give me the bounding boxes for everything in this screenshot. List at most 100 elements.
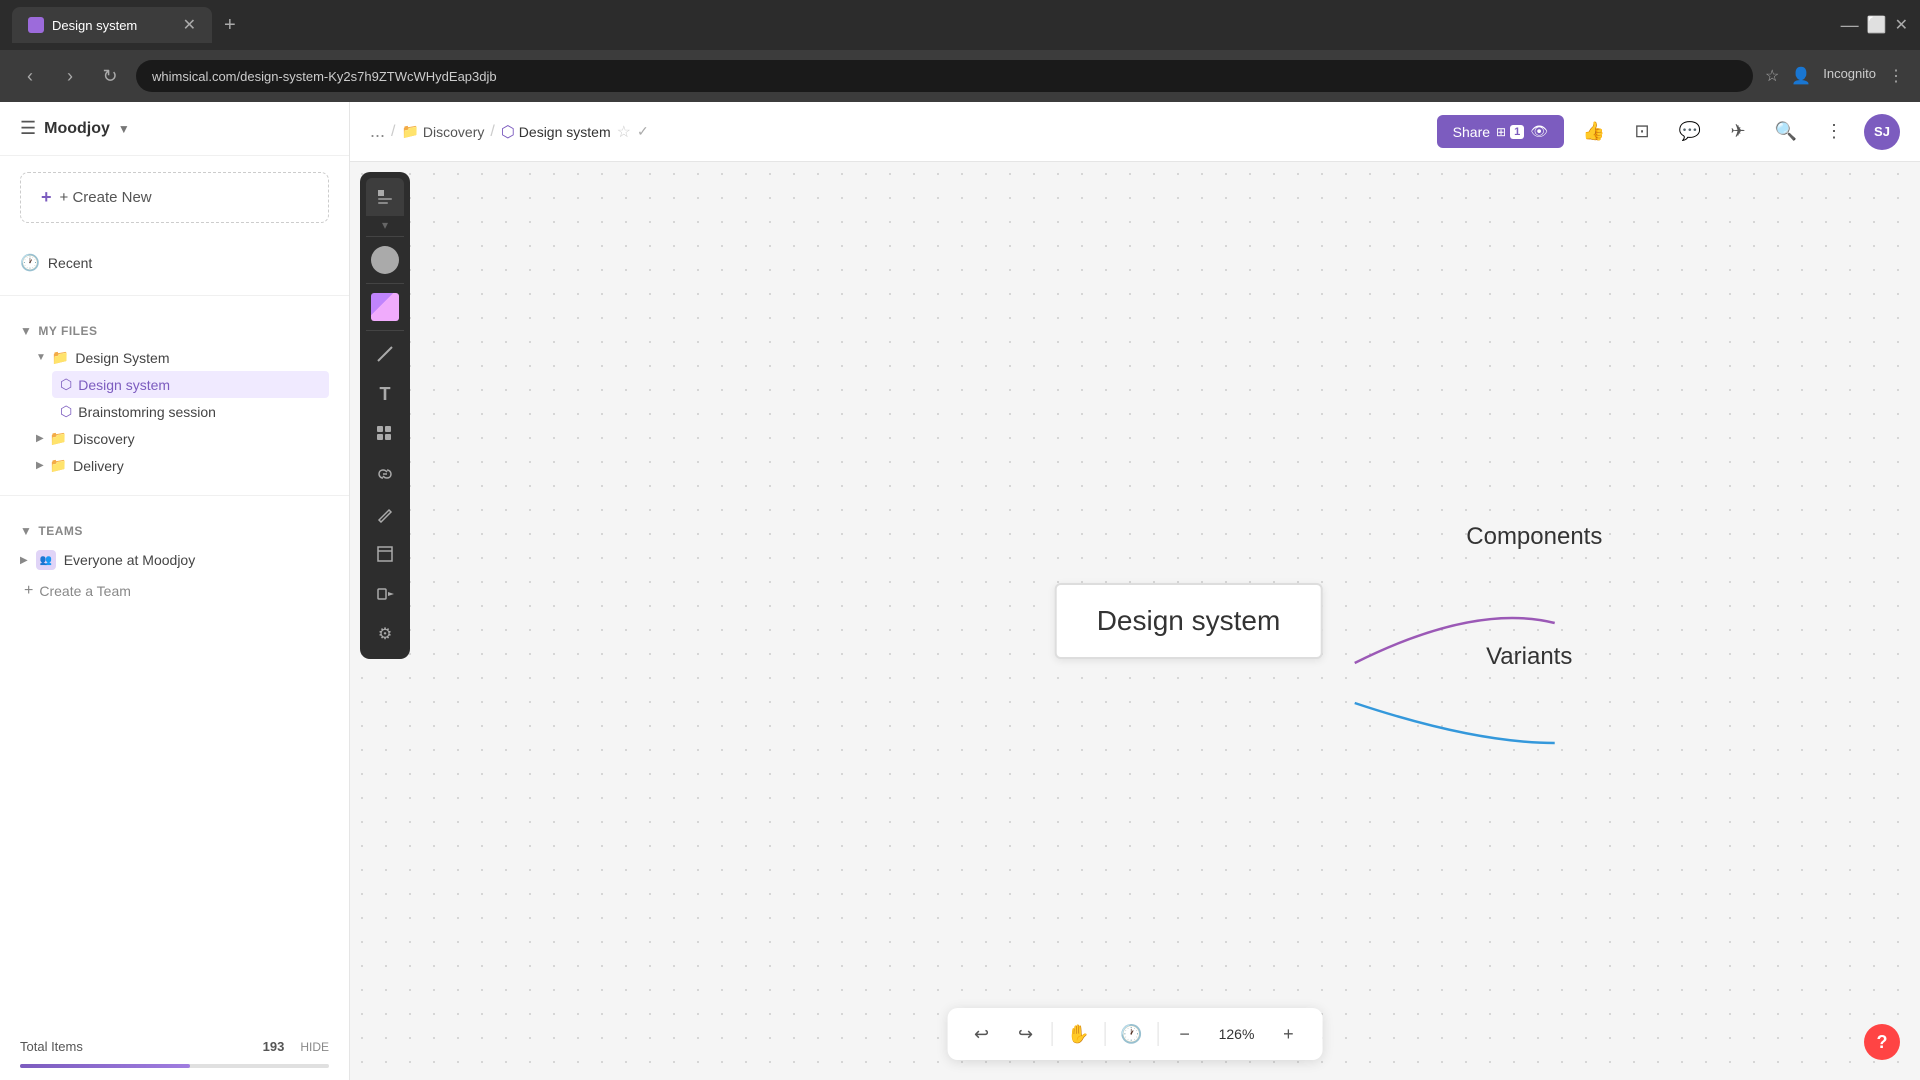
tool-select-button[interactable] (366, 178, 404, 216)
breadcrumb-discovery[interactable]: 📁 Discovery (401, 123, 484, 140)
zoom-in-button[interactable]: + (1270, 1016, 1306, 1052)
create-team-plus-icon: + (24, 582, 33, 600)
help-button[interactable]: ? (1864, 1024, 1900, 1060)
delivery-folder-label: Delivery (73, 458, 124, 474)
browser-tab[interactable]: Design system ✕ (12, 7, 212, 43)
teams-chevron-icon: ▼ (20, 524, 32, 538)
my-files-chevron-icon: ▼ (20, 324, 32, 338)
team-name: Everyone at Moodjoy (64, 552, 196, 568)
breadcrumb-file[interactable]: ⬡ Design system (501, 122, 611, 142)
tool-divider-3 (366, 330, 404, 331)
more-options-button[interactable]: ⋮ (1816, 114, 1852, 150)
sidebar-footer-row: Total Items 193 HIDE (0, 1031, 349, 1058)
tool-dropdown-icon[interactable]: ▾ (382, 218, 388, 232)
tool-grid-button[interactable] (366, 415, 404, 453)
workspace-name[interactable]: Moodjoy (44, 120, 110, 138)
address-bar[interactable]: whimsical.com/design-system-Ky2s7h9ZTWcW… (136, 60, 1753, 92)
zoom-out-button[interactable]: − (1167, 1016, 1203, 1052)
team-item-everyone[interactable]: ▶ 👥 Everyone at Moodjoy (20, 544, 329, 576)
comment-button[interactable]: 💬 (1672, 114, 1708, 150)
redo-button[interactable]: ↪ (1008, 1016, 1044, 1052)
breadcrumb-sep-1: / (391, 123, 395, 141)
share-extras: ⊞ 1 (1496, 125, 1524, 139)
tool-connector-button[interactable] (366, 335, 404, 373)
check-icon: ✓ (637, 123, 649, 140)
my-files-section: ▼ MY FILES ▼ 📁 Design System ⬡ Design sy… (0, 304, 349, 487)
tool-frame-button[interactable] (366, 535, 404, 573)
app-container: ☰ Moodjoy ▼ + + Create New 🕐 Recent ▼ MY… (0, 102, 1920, 1080)
components-node: Components (1466, 523, 1602, 551)
tree-item-design-system-file[interactable]: ⬡ Design system (52, 371, 329, 398)
hand-tool-button[interactable]: ✋ (1061, 1016, 1097, 1052)
tool-pen-button[interactable] (366, 495, 404, 533)
tool-shape-button[interactable] (366, 241, 404, 279)
breadcrumb-diagram-icon: ⬡ (501, 122, 515, 142)
back-button[interactable]: ‹ (16, 66, 44, 87)
variants-node: Variants (1486, 643, 1572, 671)
team-expand-icon: ▶ (20, 555, 28, 566)
create-new-button[interactable]: + + Create New (20, 172, 329, 223)
teams-label[interactable]: ▼ TEAMS (20, 524, 329, 538)
bottom-toolbar: ↩ ↪ ✋ 🕐 − 126% + (948, 1008, 1323, 1060)
delivery-chevron-icon: ▶ (36, 460, 44, 471)
share-button[interactable]: Share ⊞ 1 👁 (1437, 115, 1564, 148)
discovery-folder-label: Discovery (73, 431, 134, 447)
bookmark-icon[interactable]: ☆ (1765, 66, 1779, 86)
tab-favicon (28, 17, 44, 33)
address-bar-row: ‹ › ↻ whimsical.com/design-system-Ky2s7h… (0, 50, 1920, 102)
window-minimize-icon[interactable]: — (1841, 15, 1859, 36)
more-options-icon[interactable]: ⋮ (1888, 66, 1904, 86)
send-button[interactable]: ✈ (1720, 114, 1756, 150)
tool-media-button[interactable] (366, 575, 404, 613)
search-button[interactable]: 🔍 (1768, 114, 1804, 150)
folder-icon: 📁 (52, 349, 69, 366)
profile-icon[interactable]: 👤 (1791, 66, 1811, 86)
window-close-icon[interactable]: ✕ (1895, 15, 1908, 35)
canvas[interactable]: ▾ T (350, 162, 1920, 1080)
tree-item-delivery[interactable]: ▶ 📁 Delivery (28, 452, 329, 479)
my-files-label[interactable]: ▼ MY FILES (20, 324, 329, 338)
address-bar-icons: ☆ 👤 Incognito ⋮ (1765, 66, 1904, 86)
create-team-button[interactable]: + Create a Team (20, 576, 329, 606)
thumbs-up-button[interactable]: 👍 (1576, 114, 1612, 150)
breadcrumb-folder-icon: 📁 (401, 123, 418, 140)
folder-chevron-icon: ▼ (36, 352, 46, 363)
menu-icon[interactable]: ☰ (20, 118, 36, 139)
tool-link-button[interactable] (366, 455, 404, 493)
workspace-chevron-icon: ▼ (118, 122, 130, 136)
breadcrumb-sep-2: / (490, 123, 494, 141)
tool-sticky-button[interactable] (366, 288, 404, 326)
tool-add-button[interactable]: ⚙ (366, 615, 404, 653)
share-count: 1 (1510, 125, 1524, 139)
new-tab-button[interactable]: + (220, 10, 240, 41)
sidebar-header: ☰ Moodjoy ▼ (0, 102, 349, 156)
refresh-button[interactable]: ↻ (96, 66, 124, 87)
user-avatar[interactable]: SJ (1864, 114, 1900, 150)
tree-item-design-system-folder[interactable]: ▼ 📁 Design System (28, 344, 329, 371)
tab-close-icon[interactable]: ✕ (183, 15, 196, 35)
tool-text-button[interactable]: T (366, 375, 404, 413)
tool-panel: ▾ T (360, 172, 410, 659)
tree-item-discovery[interactable]: ▶ 📁 Discovery (28, 425, 329, 452)
team-icon: 👥 (36, 550, 56, 570)
progress-bar (20, 1064, 190, 1068)
topbar: ... / 📁 Discovery / ⬡ Design system ☆ ✓ … (350, 102, 1920, 162)
central-node[interactable]: Design system (1055, 583, 1323, 659)
breadcrumb: ... / 📁 Discovery / ⬡ Design system ☆ ✓ (370, 121, 649, 142)
history-button[interactable]: 🕐 (1114, 1016, 1150, 1052)
brainstorming-icon: ⬡ (60, 403, 72, 420)
present-button[interactable]: ⊡ (1624, 114, 1660, 150)
share-grid-icon: ⊞ (1496, 125, 1506, 139)
tree-item-brainstorming[interactable]: ⬡ Brainstomring session (52, 398, 329, 425)
breadcrumb-more-icon[interactable]: ... (370, 121, 385, 142)
forward-button[interactable]: › (56, 66, 84, 87)
undo-button[interactable]: ↩ (964, 1016, 1000, 1052)
design-system-subtree: ⬡ Design system ⬡ Brainstomring session (52, 371, 329, 425)
window-maximize-icon[interactable]: ⬜ (1867, 15, 1887, 35)
toolbar-divider-3 (1158, 1022, 1159, 1046)
star-icon[interactable]: ☆ (617, 122, 631, 142)
sidebar-item-recent[interactable]: 🕐 Recent (20, 247, 329, 279)
total-items-count: 193 (263, 1039, 285, 1054)
shape-circle-icon (371, 246, 399, 274)
hide-button[interactable]: HIDE (300, 1040, 329, 1054)
